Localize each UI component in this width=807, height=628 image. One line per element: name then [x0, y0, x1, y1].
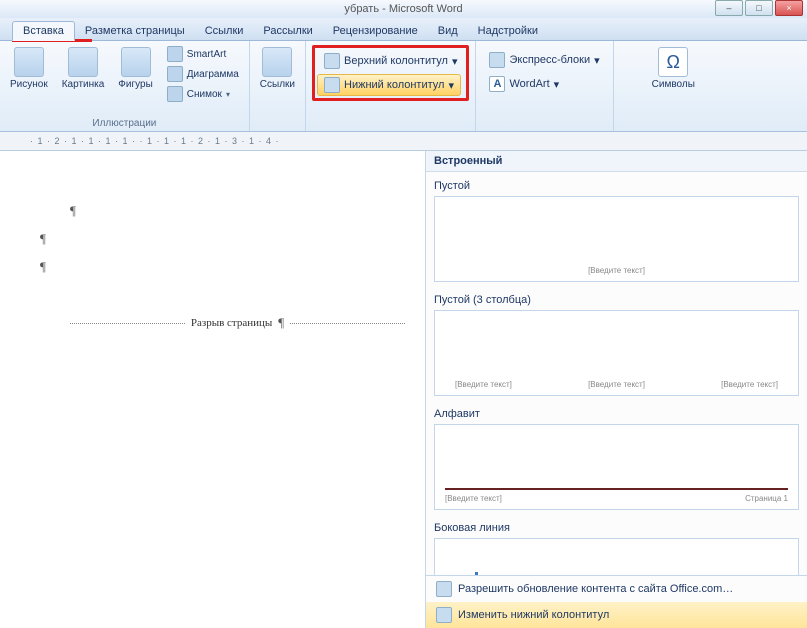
group-label-illustrations: Иллюстрации: [92, 116, 156, 129]
gallery-item-sideline[interactable]: Боковая линия: [434, 522, 799, 575]
gallery-footer: Разрешить обновление контента с сайта Of…: [426, 575, 807, 628]
tab-view[interactable]: Вид: [428, 22, 468, 40]
pilcrow-icon: ¶: [70, 203, 76, 218]
dropdown-arrow-icon: ▾: [448, 79, 454, 92]
pilcrow-icon: ¶: [40, 231, 46, 246]
insert-links-button[interactable]: Ссылки: [256, 45, 299, 92]
window-title: убрать - Microsoft Word: [344, 3, 462, 15]
gallery-item-blank[interactable]: Пустой [Введите текст]: [434, 180, 799, 282]
gallery-item-alphabet[interactable]: Алфавит [Введите текст] Страница 1: [434, 408, 799, 510]
insert-clipart-label: Картинка: [62, 79, 105, 90]
chart-icon: [167, 66, 183, 82]
dropdown-arrow-icon: ▾: [594, 54, 600, 67]
wordart-icon: A: [489, 76, 505, 92]
pilcrow-icon: ¶: [278, 315, 284, 331]
close-button[interactable]: ×: [775, 0, 803, 16]
globe-icon: [436, 581, 452, 597]
gallery-cmd-edit-footer[interactable]: Изменить нижний колонтитул: [426, 602, 807, 628]
annotation-red-box: Верхний колонтитул ▾ Нижний колонтитул ▾: [312, 45, 469, 101]
insert-symbol-button[interactable]: Ω Символы: [648, 45, 699, 92]
gallery-preview: [434, 538, 799, 575]
insert-screenshot-button[interactable]: Снимок▾: [163, 85, 234, 103]
insert-links-label: Ссылки: [260, 79, 295, 90]
tab-mailings[interactable]: Рассылки: [253, 22, 322, 40]
dropdown-arrow-icon: ▾: [554, 78, 560, 91]
smartart-icon: [167, 46, 183, 62]
insert-shapes-label: Фигуры: [118, 79, 152, 90]
gallery-section-header: Встроенный: [426, 151, 807, 172]
omega-icon: Ω: [658, 47, 688, 77]
links-icon: [262, 47, 292, 77]
gallery-preview: [Введите текст]: [434, 196, 799, 282]
minimize-button[interactable]: –: [715, 0, 743, 16]
footer-gallery-dropdown: Встроенный Пустой [Введите текст] Пустой…: [425, 151, 807, 628]
edit-footer-icon: [436, 607, 452, 623]
dropdown-arrow-icon: ▾: [226, 90, 230, 99]
shapes-icon: [121, 47, 151, 77]
tab-review[interactable]: Рецензирование: [323, 22, 428, 40]
tab-references[interactable]: Ссылки: [195, 22, 254, 40]
pilcrow-icon: ¶: [40, 259, 46, 274]
insert-clipart-button[interactable]: Картинка: [58, 45, 109, 103]
insert-smartart-button[interactable]: SmartArt: [163, 45, 230, 63]
dropdown-arrow-icon: ▾: [452, 55, 458, 68]
wordart-button[interactable]: A WordArt ▾: [482, 73, 566, 95]
ribbon: Рисунок Картинка Фигуры SmartArt Диаграм…: [0, 41, 807, 132]
side-bar-icon: [475, 572, 478, 575]
tab-page-layout[interactable]: Разметка страницы: [75, 22, 195, 40]
insert-shapes-button[interactable]: Фигуры: [114, 45, 156, 103]
header-icon: [324, 53, 340, 69]
quickparts-icon: [489, 52, 505, 68]
screenshot-icon: [167, 86, 183, 102]
insert-chart-button[interactable]: Диаграмма: [163, 65, 243, 83]
gallery-preview: [Введите текст] [Введите текст] [Введите…: [434, 310, 799, 396]
footer-icon: [324, 77, 340, 93]
gallery-cmd-office-update[interactable]: Разрешить обновление контента с сайта Of…: [426, 576, 807, 602]
insert-picture-label: Рисунок: [10, 79, 48, 90]
divider-line: [445, 488, 788, 490]
insert-picture-button[interactable]: Рисунок: [6, 45, 52, 103]
gallery-scroll[interactable]: Пустой [Введите текст] Пустой (3 столбца…: [426, 172, 807, 575]
insert-symbol-label: Символы: [652, 79, 695, 90]
insert-header-button[interactable]: Верхний колонтитул ▾: [317, 50, 464, 72]
quick-parts-button[interactable]: Экспресс-блоки ▾: [482, 49, 606, 71]
gallery-item-blank-3col[interactable]: Пустой (3 столбца) [Введите текст] [Введ…: [434, 294, 799, 396]
document-canvas[interactable]: ¶ ¶ ¶ Разрыв страницы ¶: [0, 151, 425, 628]
insert-footer-button[interactable]: Нижний колонтитул ▾: [317, 74, 461, 96]
tab-insert[interactable]: Вставка: [12, 21, 75, 41]
horizontal-ruler[interactable]: · 1 · 2 · 1 · 1 · 1 · 1 · · 1 · 1 · 1 · …: [0, 132, 807, 151]
ribbon-tabs: Вставка Разметка страницы Ссылки Рассылк…: [0, 18, 807, 41]
clipart-icon: [68, 47, 98, 77]
misc-icon[interactable]: [620, 45, 636, 61]
title-bar: убрать - Microsoft Word – □ ×: [0, 0, 807, 18]
gallery-preview: [Введите текст] Страница 1: [434, 424, 799, 510]
maximize-button[interactable]: □: [745, 0, 773, 16]
picture-icon: [14, 47, 44, 77]
tab-addins[interactable]: Надстройки: [468, 22, 548, 40]
page-break-marker: Разрыв страницы ¶: [70, 315, 405, 331]
